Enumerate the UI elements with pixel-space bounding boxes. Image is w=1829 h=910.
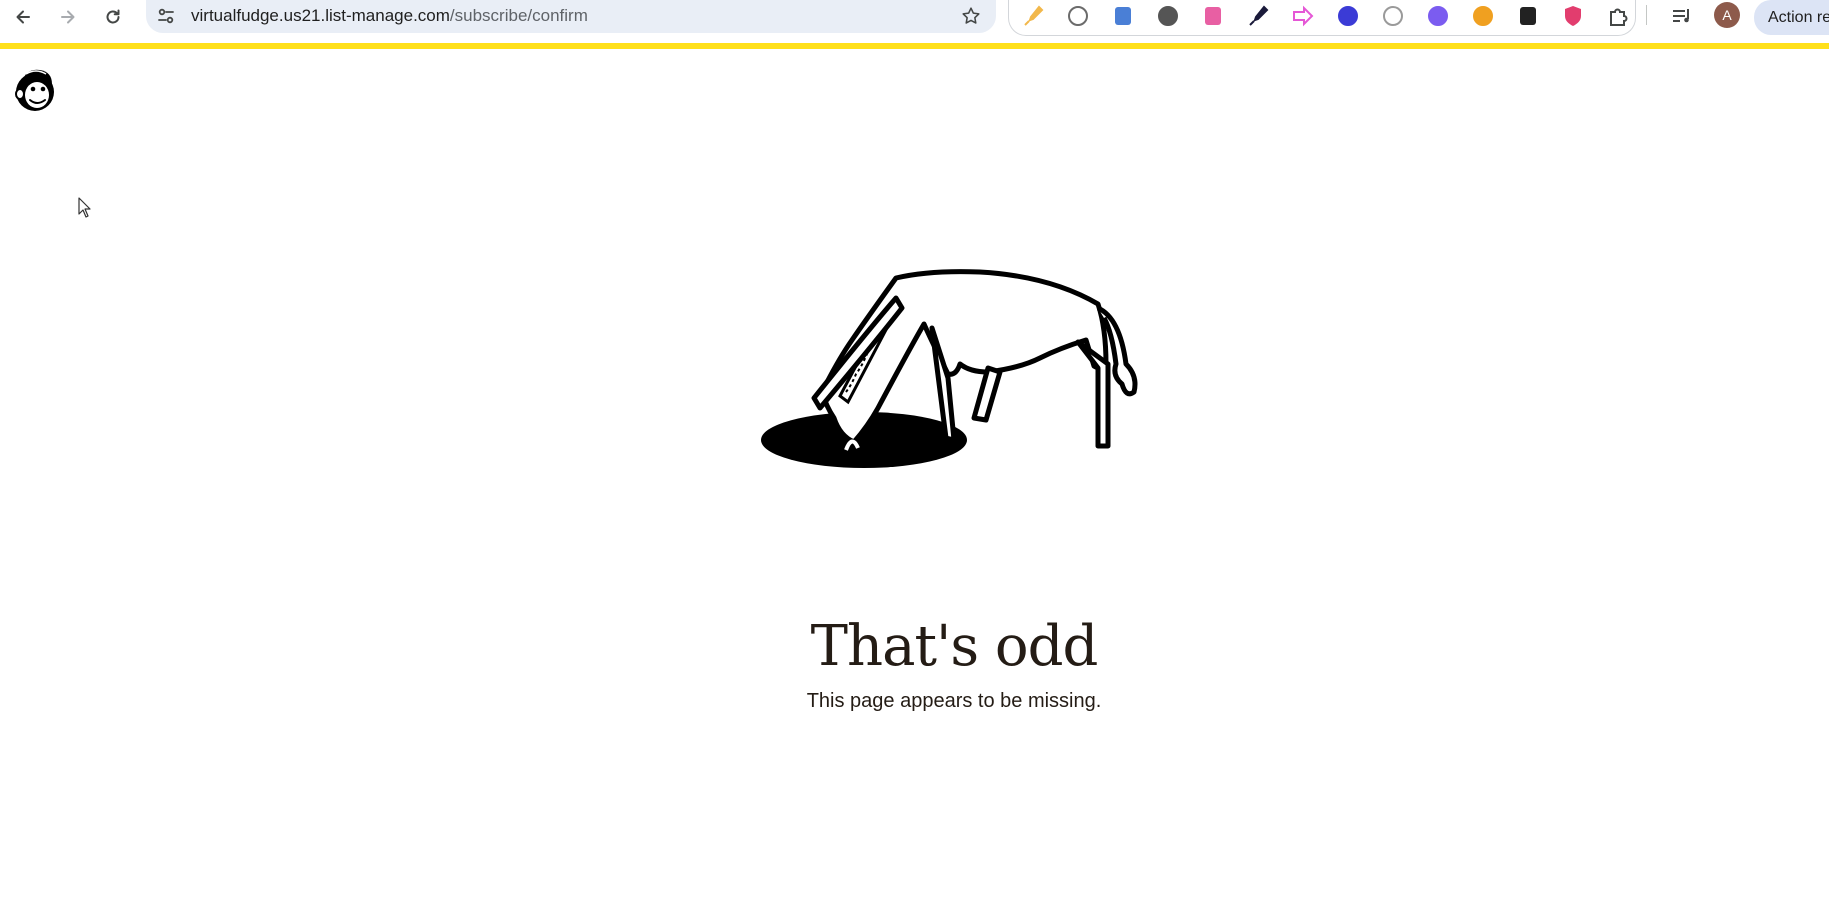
flame-extension-icon[interactable]	[1471, 4, 1495, 28]
page-message: This page appears to be missing.	[806, 690, 1102, 712]
toolbar-divider	[1646, 5, 1647, 25]
back-leg	[1075, 339, 1111, 449]
screenshot-extension-icon[interactable]	[1426, 4, 1450, 28]
site-info-icon[interactable]	[156, 6, 176, 26]
wordtune-extension-icon[interactable]	[1066, 4, 1090, 28]
media-controls-icon[interactable]	[1669, 3, 1695, 29]
clipboard-extension-icon[interactable]	[1111, 4, 1135, 28]
mailchimp-logo-icon[interactable]	[12, 64, 58, 114]
eyedropper-extension-icon[interactable]	[1246, 4, 1270, 28]
gradient-extension-icon[interactable]	[1201, 4, 1225, 28]
profile-avatar[interactable]: A	[1714, 2, 1740, 28]
reload-icon	[106, 9, 120, 24]
puzzle-extension-icon[interactable]	[1606, 4, 1630, 28]
extensions-bar	[1008, 0, 1636, 36]
arrow-extension-icon[interactable]	[1291, 4, 1315, 28]
compass-extension-icon[interactable]	[1381, 4, 1405, 28]
accent-bar	[0, 43, 1829, 49]
url-path: /subscribe/confirm	[449, 6, 588, 25]
stripes-extension-icon[interactable]	[1336, 4, 1360, 28]
address-bar[interactable]: virtualfudge.us21.list-manage.com/subscr…	[146, 0, 996, 33]
middle-leg	[971, 365, 1003, 423]
font-finder-extension-icon[interactable]	[1516, 4, 1540, 28]
browser-toolbar: virtualfudge.us21.list-manage.com/subscr…	[0, 0, 1829, 43]
back-button[interactable]	[8, 2, 38, 32]
action-button[interactable]: Action re	[1754, 0, 1829, 35]
bookmark-star-icon[interactable]	[960, 5, 982, 27]
reload-button[interactable]	[98, 2, 128, 32]
page-title: That's odd	[810, 614, 1099, 679]
shield-extension-icon[interactable]	[1561, 4, 1585, 28]
forward-arrow-icon	[61, 10, 75, 24]
record-extension-icon[interactable]	[1156, 4, 1180, 28]
highlighter-extension-icon[interactable]	[1021, 4, 1045, 28]
horse-in-hole-illustration	[761, 269, 1138, 468]
url-text[interactable]: virtualfudge.us21.list-manage.com/subscr…	[191, 6, 588, 26]
back-arrow-icon	[16, 10, 30, 24]
url-host: virtualfudge.us21.list-manage.com	[191, 6, 450, 25]
mouse-pointer-icon	[78, 197, 91, 218]
forward-button[interactable]	[53, 2, 83, 32]
